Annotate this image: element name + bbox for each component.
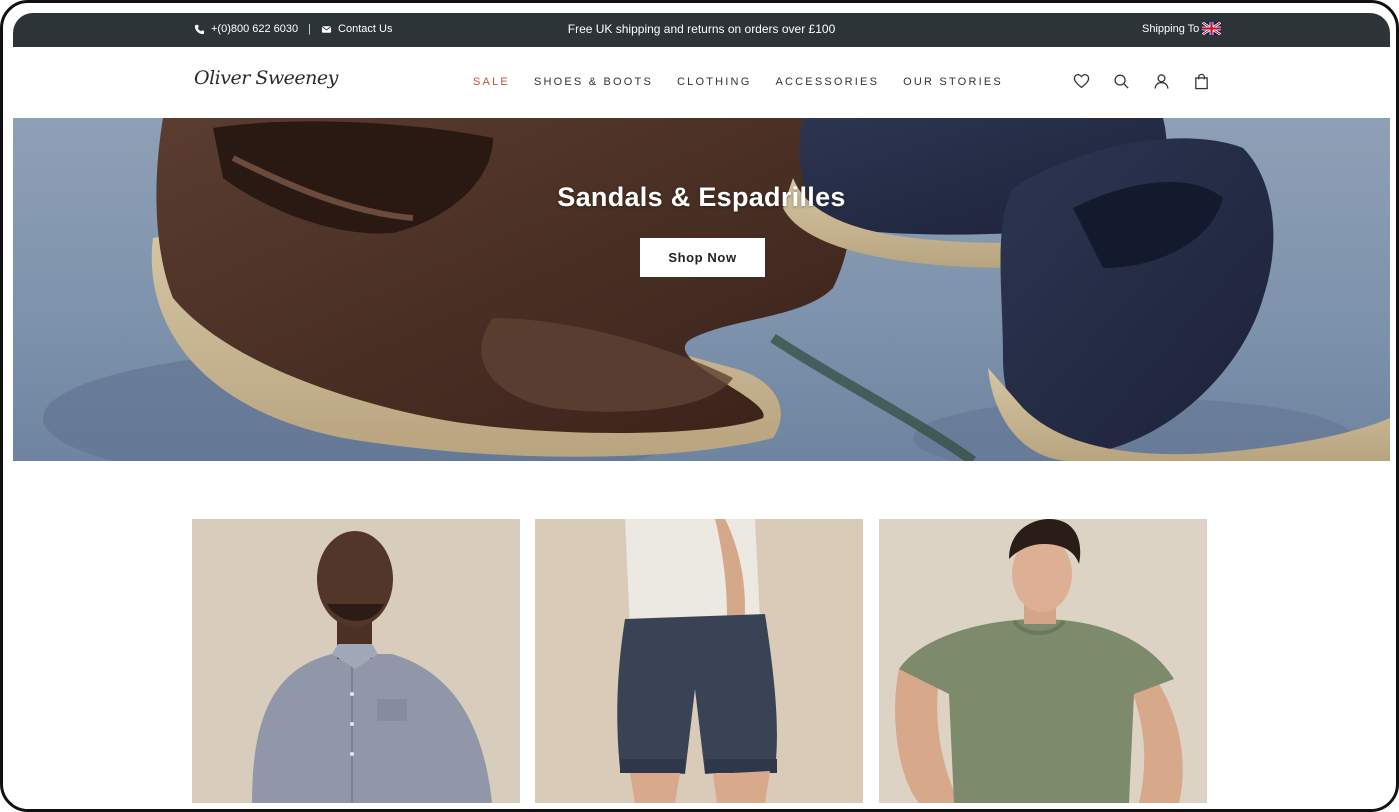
product-tile-1[interactable] (192, 519, 520, 803)
browser-frame: +(0)800 622 6030 | Contact Us Free UK sh… (0, 0, 1399, 812)
product-tile-2[interactable] (535, 519, 863, 803)
heart-icon (1073, 73, 1089, 89)
top-promo-bar: +(0)800 622 6030 | Contact Us Free UK sh… (13, 13, 1390, 47)
bag-button[interactable] (1191, 71, 1211, 91)
model-shirt-image (192, 519, 520, 803)
uk-flag-icon (1202, 22, 1222, 35)
hero-banner: Sandals & Espadrilles Shop Now (13, 118, 1390, 461)
model-tshirt-image (879, 519, 1207, 803)
site-header: Oliver Sweeney SALE SHOES & BOOTS CLOTHI… (13, 47, 1390, 118)
nav-our-stories[interactable]: OUR STORIES (903, 76, 1003, 88)
main-nav: SALE SHOES & BOOTS CLOTHING ACCESSORIES … (473, 76, 1027, 88)
header-actions (1071, 71, 1231, 91)
account-button[interactable] (1151, 71, 1171, 91)
shipping-selector[interactable]: Shipping To (1142, 22, 1222, 35)
search-button[interactable] (1111, 71, 1131, 91)
product-tile-3[interactable] (879, 519, 1207, 803)
hero-title: Sandals & Espadrilles (557, 182, 846, 212)
nav-clothing[interactable]: CLOTHING (677, 76, 751, 88)
wishlist-button[interactable] (1071, 71, 1091, 91)
shipping-to-label: Shipping To (1142, 22, 1200, 35)
search-icon (1113, 73, 1129, 89)
logo[interactable]: Oliver Sweeney (194, 67, 338, 89)
hero-image (43, 118, 1390, 461)
user-icon (1153, 73, 1169, 89)
model-shorts-image (535, 519, 863, 803)
nav-accessories[interactable]: ACCESSORIES (775, 76, 879, 88)
bag-icon (1194, 73, 1208, 89)
page: +(0)800 622 6030 | Contact Us Free UK sh… (13, 13, 1390, 809)
nav-shoes-boots[interactable]: SHOES & BOOTS (534, 76, 653, 88)
shop-now-button[interactable]: Shop Now (640, 238, 765, 277)
nav-sale[interactable]: SALE (473, 76, 510, 88)
